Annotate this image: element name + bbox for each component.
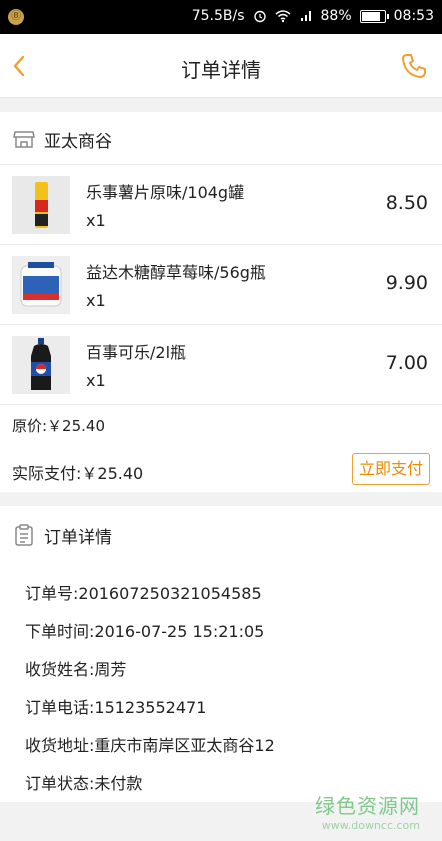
shop-header: 亚太商谷: [12, 126, 112, 152]
phone-icon[interactable]: [400, 52, 428, 80]
delivery-address: 收货地址:重庆市南岸区亚太商谷12: [25, 736, 275, 755]
detail-header: 订单详情: [12, 522, 112, 548]
nav-bar: 订单详情: [0, 34, 442, 98]
product-image: [12, 176, 70, 234]
shop-name: 亚太商谷: [44, 131, 112, 152]
order-item[interactable]: 百事可乐/2l瓶 x1 7.00: [0, 324, 442, 404]
wifi-icon: [275, 10, 291, 23]
product-quantity: x1: [86, 291, 106, 310]
order-phone: 订单电话:15123552471: [25, 698, 207, 717]
order-status: 订单状态:未付款: [25, 774, 143, 793]
store-icon: [13, 131, 35, 148]
product-name: 益达木糖醇草莓味/56g瓶: [86, 263, 266, 282]
detail-title: 订单详情: [44, 527, 112, 548]
order-item[interactable]: 乐事薯片原味/104g罐 x1 8.50: [0, 164, 442, 244]
battery-percent: 88%: [320, 8, 352, 24]
product-image: [12, 336, 70, 394]
order-number: 订单号:201607250321054585: [25, 584, 262, 603]
product-quantity: x1: [86, 211, 106, 230]
order-item[interactable]: 益达木糖醇草莓味/56g瓶 x1 9.90: [0, 244, 442, 324]
product-price: 7.00: [385, 352, 428, 374]
product-price: 8.50: [385, 192, 428, 214]
watermark: 绿色资源网 www.downcc.com: [315, 790, 420, 832]
network-speed: 75.5B/s: [191, 8, 245, 24]
watermark-text: 绿色资源网: [315, 794, 420, 818]
actual-paid: 实际支付:￥25.40: [12, 464, 144, 483]
receiver-name: 收货姓名:周芳: [25, 660, 127, 679]
order-detail-card: 订单详情 订单号:201607250321054585 下单时间:2016-07…: [0, 506, 442, 802]
status-bar: Ⓑ 75.5B/s 88% 08:53: [0, 0, 442, 34]
product-quantity: x1: [86, 371, 106, 390]
app-notification-icon: Ⓑ: [8, 9, 24, 25]
original-price: 原价:￥25.40: [12, 417, 105, 435]
watermark-url: www.downcc.com: [321, 819, 420, 832]
order-time: 下单时间:2016-07-25 15:21:05: [25, 622, 265, 641]
product-name: 百事可乐/2l瓶: [86, 343, 187, 362]
product-price: 9.90: [385, 272, 428, 294]
clipboard-icon: [15, 524, 33, 546]
product-image: [12, 256, 70, 314]
signal-icon: [300, 11, 311, 21]
pay-now-button[interactable]: 立即支付: [352, 453, 430, 485]
order-items-card: 亚太商谷 乐事薯片原味/104g罐 x1 8.50 益达木糖醇草莓味/56g瓶 …: [0, 112, 442, 492]
alarm-icon: [253, 10, 266, 23]
page-title: 订单详情: [181, 58, 261, 82]
product-name: 乐事薯片原味/104g罐: [86, 183, 245, 202]
clock: 08:53: [393, 8, 434, 24]
battery-icon: [359, 9, 389, 23]
